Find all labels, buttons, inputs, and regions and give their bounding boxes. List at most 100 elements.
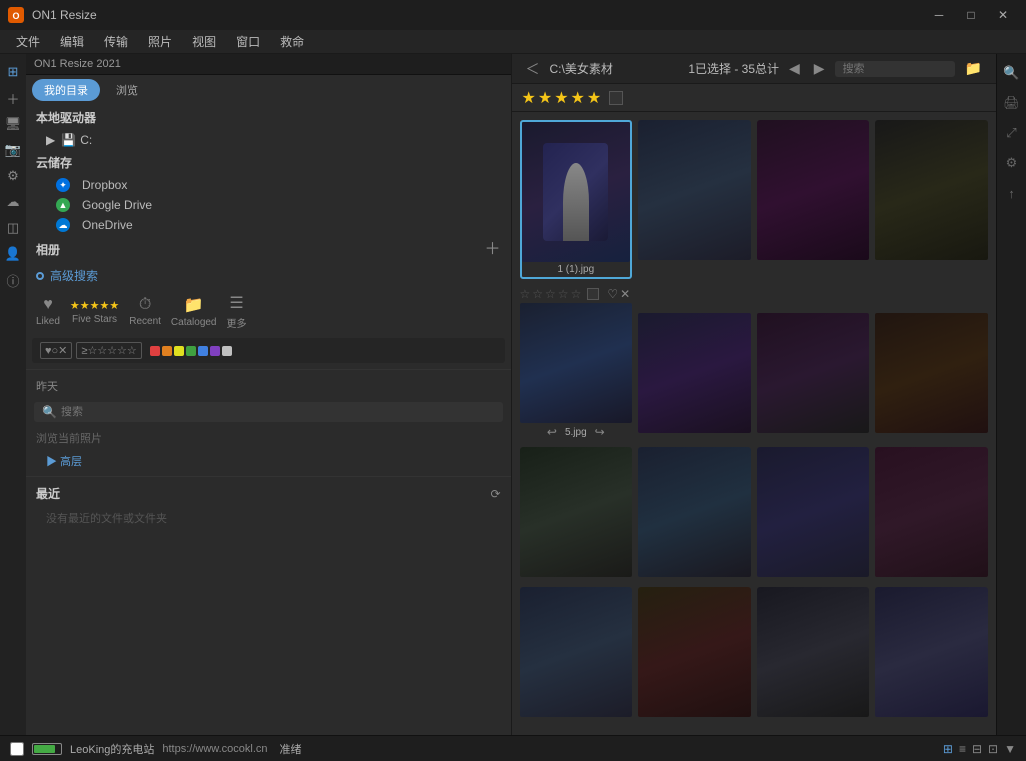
star-e4[interactable]: ☆ (558, 287, 569, 301)
photo-item-7[interactable] (757, 285, 870, 441)
view-detail-button[interactable]: ⊟ (972, 742, 982, 756)
photo-item-15[interactable] (757, 587, 870, 721)
filter-liked[interactable]: ♥ Liked (36, 296, 60, 327)
sidebar-icon-cloud[interactable]: ☁ (3, 192, 23, 212)
photo-item-6[interactable] (638, 285, 751, 441)
cross-btn-5[interactable]: ✕ (620, 287, 630, 301)
cloud-dropbox[interactable]: ✦ Dropbox (26, 175, 511, 195)
back-button[interactable]: ＜ (522, 57, 544, 81)
color-green[interactable] (186, 346, 196, 356)
maximize-button[interactable]: □ (956, 0, 986, 30)
sidebar-icon-add[interactable]: ＋ (3, 88, 23, 108)
photo-item-10[interactable] (638, 447, 751, 581)
inline-checkbox-5[interactable] (587, 288, 599, 300)
high-layer-item[interactable]: ▶ 高层 (26, 450, 511, 472)
add-album-button[interactable]: ＋ (484, 242, 500, 258)
menu-help[interactable]: 救命 (272, 31, 312, 52)
photo-label-11 (757, 577, 870, 581)
filter-more[interactable]: ☰ 更多 (227, 293, 247, 330)
dropdown-button[interactable]: ▼ (1004, 742, 1016, 756)
photo-item-11[interactable] (757, 447, 870, 581)
search-bar: 🔍 (34, 402, 503, 422)
cloud-onedrive[interactable]: ☁ OneDrive (26, 215, 511, 235)
heart-btn-5[interactable]: ♡ (607, 287, 618, 301)
photo-item-12[interactable] (875, 447, 988, 581)
filter-cataloged[interactable]: 📁 Cataloged (171, 295, 217, 328)
color-yellow[interactable] (174, 346, 184, 356)
menu-transfer[interactable]: 传输 (96, 31, 136, 52)
photo-item-13[interactable] (520, 587, 633, 721)
menu-window[interactable]: 窗口 (228, 31, 268, 52)
photo-item-1[interactable]: 1 (1).jpg (520, 120, 633, 279)
prev-button[interactable]: ◀ (785, 58, 804, 79)
photo-item-3[interactable] (757, 120, 870, 279)
rotate-right-5[interactable]: ↪ (595, 425, 605, 439)
photo-label-12 (875, 577, 988, 581)
view-grid-button[interactable]: ⊞ (943, 742, 953, 756)
menu-view[interactable]: 视图 (184, 31, 224, 52)
right-icon-expand[interactable]: ⤢ (1001, 122, 1023, 144)
drive-c[interactable]: ▶ 💾 C: (26, 130, 511, 150)
star-1[interactable]: ★ (522, 88, 536, 108)
recent-refresh-icon[interactable]: ⟳ (490, 487, 500, 501)
sidebar-icon-browse[interactable]: ⊞ (3, 62, 23, 82)
filter-recent[interactable]: ⏱ Recent (129, 296, 161, 327)
star-e1[interactable]: ☆ (520, 287, 531, 301)
star-filter-chip[interactable]: ≥☆☆☆☆☆ (76, 342, 141, 359)
heart-filter-chip[interactable]: ♥○✕ (40, 342, 72, 359)
sidebar-icon-monitor[interactable]: 🖥 (3, 114, 23, 134)
right-icon-search[interactable]: 🔍 (1001, 62, 1023, 84)
photo-item-14[interactable] (638, 587, 751, 721)
star-3[interactable]: ★ (554, 88, 568, 108)
minimize-button[interactable]: ─ (924, 0, 954, 30)
star-e2[interactable]: ☆ (532, 287, 543, 301)
color-filter-chips (150, 346, 232, 356)
photo-thumb-7 (757, 313, 870, 433)
folder-icon[interactable]: 📁 (961, 58, 986, 79)
color-purple[interactable] (210, 346, 220, 356)
star-rating[interactable]: ★ ★ ★ ★ ★ (522, 88, 602, 108)
color-blue[interactable] (198, 346, 208, 356)
photo-item-4[interactable] (875, 120, 988, 279)
content-search-input[interactable] (835, 61, 955, 77)
color-red[interactable] (150, 346, 160, 356)
smart-filter[interactable]: 高级搜索 (26, 264, 511, 287)
right-icon-print[interactable]: 🖨 (1001, 92, 1023, 114)
color-orange[interactable] (162, 346, 172, 356)
tab-my-directory[interactable]: 我的目录 (32, 79, 100, 101)
search-input[interactable] (61, 406, 495, 418)
right-icon-share[interactable]: ↑ (1001, 182, 1023, 204)
photo-item-5[interactable]: ☆ ☆ ☆ ☆ ☆ ♡ ✕ ↩ 5.jpg ↪ (520, 285, 633, 441)
star-4[interactable]: ★ (571, 88, 585, 108)
menu-photos[interactable]: 照片 (140, 31, 180, 52)
photo-item-9[interactable] (520, 447, 633, 581)
star-5[interactable]: ★ (587, 88, 601, 108)
photo-item-8[interactable] (875, 285, 988, 441)
menu-edit[interactable]: 编辑 (52, 31, 92, 52)
sidebar-icon-info[interactable]: ⓘ (3, 270, 23, 290)
divider-1 (26, 369, 511, 370)
filter-five-stars[interactable]: ★★★★★ Five Stars (70, 299, 119, 325)
menu-file[interactable]: 文件 (8, 31, 48, 52)
sidebar-icon-layers[interactable]: ◫ (3, 218, 23, 238)
cloud-googledrive[interactable]: ▲ Google Drive (26, 195, 511, 215)
right-icon-settings[interactable]: ⚙ (1001, 152, 1023, 174)
view-compare-button[interactable]: ⊡ (988, 742, 998, 756)
bottom-checkbox[interactable] (10, 742, 24, 756)
color-white[interactable] (222, 346, 232, 356)
sidebar-icon-settings[interactable]: ⚙ (3, 166, 23, 186)
rating-checkbox[interactable] (609, 91, 623, 105)
sidebar-icon-user[interactable]: 👤 (3, 244, 23, 264)
photo-label-7 (757, 433, 870, 437)
photo-item-16[interactable] (875, 587, 988, 721)
star-e5[interactable]: ☆ (571, 287, 582, 301)
rotate-left-5[interactable]: ↩ (547, 425, 557, 439)
next-button[interactable]: ▶ (810, 58, 829, 79)
view-list-button[interactable]: ≡ (959, 742, 966, 756)
tab-browse[interactable]: 浏览 (104, 79, 150, 101)
star-2[interactable]: ★ (538, 88, 552, 108)
photo-item-2[interactable] (638, 120, 751, 279)
star-e3[interactable]: ☆ (545, 287, 556, 301)
sidebar-icon-camera[interactable]: 📷 (3, 140, 23, 160)
close-button[interactable]: ✕ (988, 0, 1018, 30)
